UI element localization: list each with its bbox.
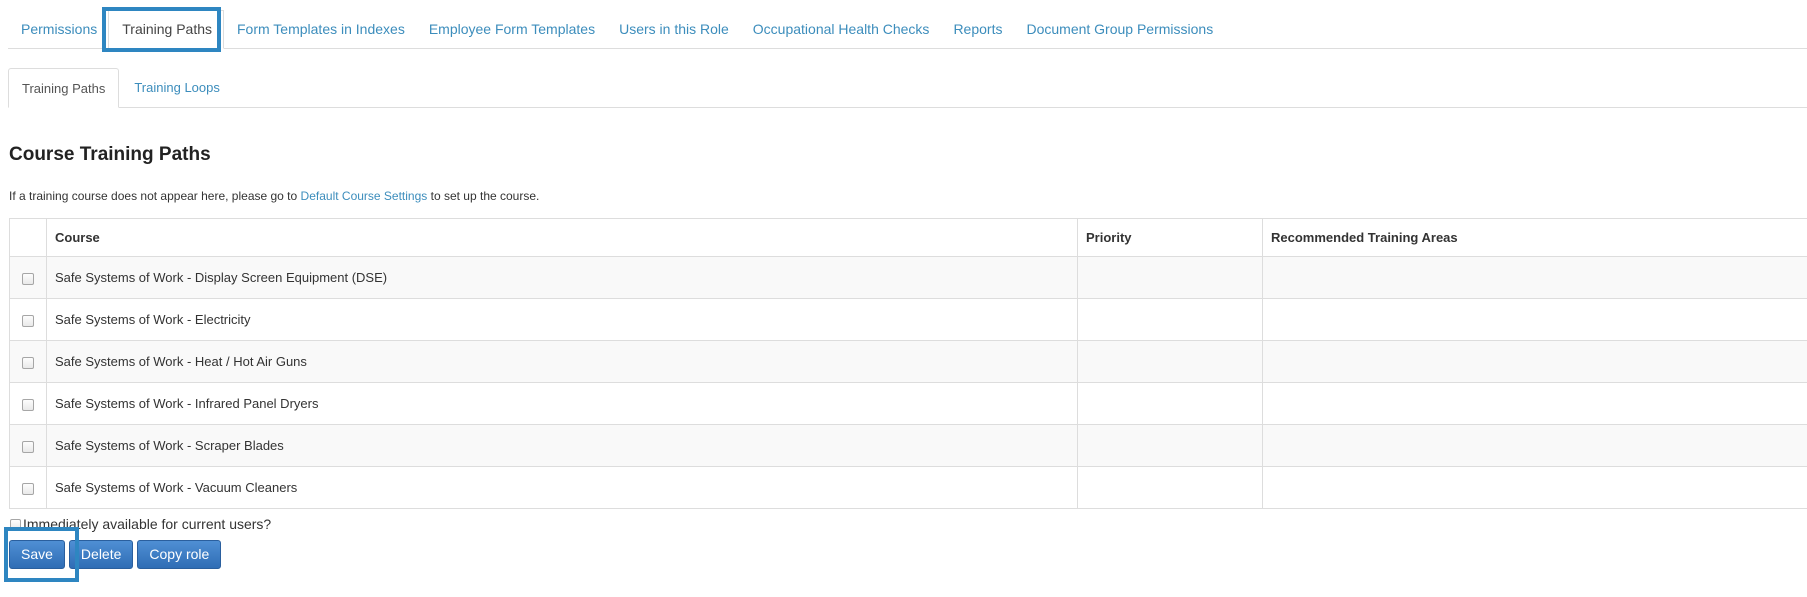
priority-column-header: Priority: [1077, 218, 1263, 257]
course-cell: Safe Systems of Work - Vacuum Cleaners: [46, 466, 1078, 509]
areas-column-header: Recommended Training Areas: [1262, 218, 1807, 257]
tab-occupational-health-checks[interactable]: Occupational Health Checks: [740, 10, 941, 48]
tab-permissions[interactable]: Permissions: [8, 10, 108, 48]
priority-cell: [1077, 340, 1263, 383]
row-checkbox[interactable]: [22, 272, 34, 285]
course-cell: Safe Systems of Work - Display Screen Eq…: [46, 256, 1078, 299]
course-cell: Safe Systems of Work - Scraper Blades: [46, 424, 1078, 467]
table-row: Safe Systems of Work - Display Screen Eq…: [9, 256, 1807, 299]
areas-cell: [1262, 466, 1807, 509]
areas-cell: [1262, 382, 1807, 425]
course-cell: Safe Systems of Work - Electricity: [46, 298, 1078, 341]
row-select-cell: [9, 382, 47, 425]
row-select-cell: [9, 424, 47, 467]
action-buttons: Save Delete Copy role: [9, 540, 222, 569]
course-cell: Safe Systems of Work - Infrared Panel Dr…: [46, 382, 1078, 425]
delete-button[interactable]: Delete: [68, 540, 134, 569]
immediately-available-label: Immediately available for current users?: [23, 516, 272, 532]
priority-cell: [1077, 466, 1263, 509]
row-checkbox[interactable]: [22, 314, 34, 327]
priority-cell: [1077, 256, 1263, 299]
course-training-paths-table: Course Priority Recommended Training Are…: [9, 218, 1807, 509]
priority-cell: [1077, 298, 1263, 341]
tab-form-templates-in-indexes[interactable]: Form Templates in Indexes: [224, 10, 416, 48]
tab-training-paths[interactable]: Training Paths: [108, 10, 224, 49]
info-text: If a training course does not appear her…: [9, 189, 539, 203]
areas-cell: [1262, 256, 1807, 299]
course-column-header: Course: [46, 218, 1078, 257]
row-select-cell: [9, 466, 47, 509]
save-button[interactable]: Save: [9, 540, 65, 569]
table-row: Safe Systems of Work - Heat / Hot Air Gu…: [9, 340, 1807, 383]
tab-employee-form-templates[interactable]: Employee Form Templates: [416, 10, 606, 48]
info-prefix: If a training course does not appear her…: [9, 189, 298, 203]
row-checkbox[interactable]: [22, 482, 34, 495]
tab-reports[interactable]: Reports: [940, 10, 1013, 48]
areas-cell: [1262, 424, 1807, 467]
row-checkbox[interactable]: [22, 398, 34, 411]
section-title: Course Training Paths: [9, 144, 211, 165]
table-header-row: Course Priority Recommended Training Are…: [9, 218, 1807, 257]
subtab-training-paths[interactable]: Training Paths: [8, 68, 120, 108]
table-row: Safe Systems of Work - Infrared Panel Dr…: [9, 382, 1807, 425]
select-column-header: [9, 218, 47, 257]
copy-role-button[interactable]: Copy role: [137, 540, 222, 569]
tab-users-in-this-role[interactable]: Users in this Role: [606, 10, 740, 48]
row-select-cell: [9, 256, 47, 299]
row-checkbox[interactable]: [22, 356, 34, 369]
training-subtabs: Training Paths Training Loops: [8, 68, 1807, 108]
info-suffix: to set up the course.: [430, 189, 540, 203]
table-row: Safe Systems of Work - Electricity: [9, 298, 1807, 341]
priority-cell: [1077, 382, 1263, 425]
row-select-cell: [9, 340, 47, 383]
priority-cell: [1077, 424, 1263, 467]
areas-cell: [1262, 340, 1807, 383]
default-course-settings-link[interactable]: Default Course Settings: [301, 189, 428, 203]
areas-cell: [1262, 298, 1807, 341]
role-settings-page: Permissions Training Paths Form Template…: [0, 0, 1807, 597]
row-select-cell: [9, 298, 47, 341]
table-row: Safe Systems of Work - Vacuum Cleaners: [9, 466, 1807, 509]
immediately-available-option[interactable]: Immediately available for current users?: [10, 516, 271, 532]
course-cell: Safe Systems of Work - Heat / Hot Air Gu…: [46, 340, 1078, 383]
subtab-training-loops[interactable]: Training Loops: [119, 69, 234, 107]
immediately-available-checkbox[interactable]: [10, 518, 21, 530]
tab-document-group-permissions[interactable]: Document Group Permissions: [1013, 10, 1224, 48]
row-checkbox[interactable]: [22, 440, 34, 453]
role-tabs: Permissions Training Paths Form Template…: [8, 6, 1807, 49]
table-row: Safe Systems of Work - Scraper Blades: [9, 424, 1807, 467]
